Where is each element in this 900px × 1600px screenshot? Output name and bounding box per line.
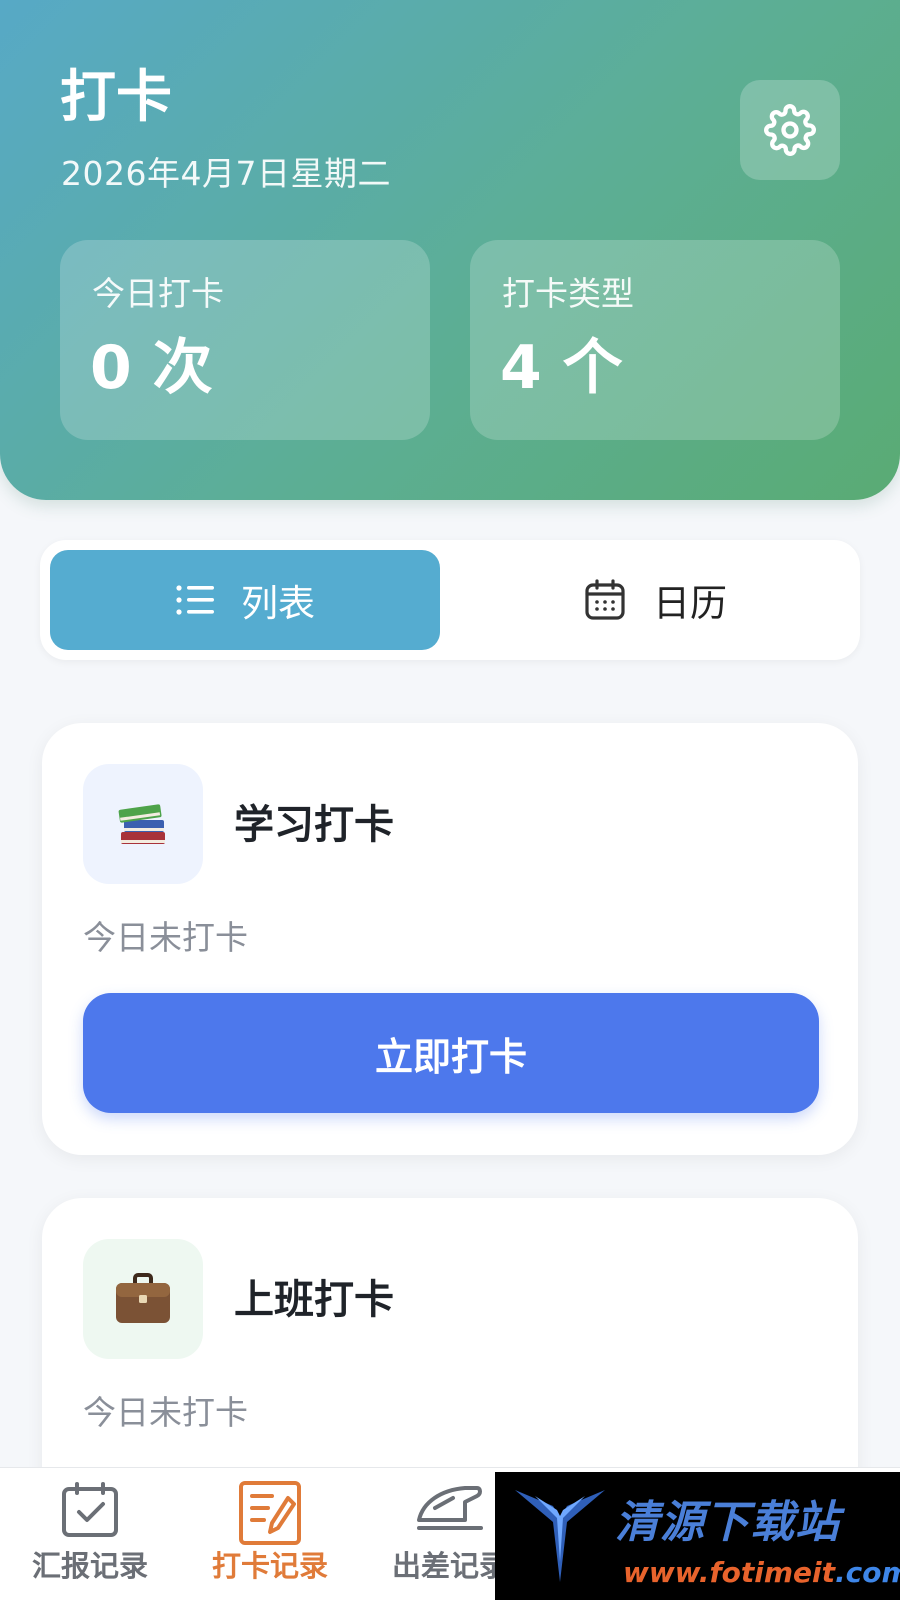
- list-view-button[interactable]: 列表: [50, 550, 440, 650]
- watermark-url: www.fotimeit.com: [623, 1556, 900, 1589]
- stat-label: 今日打卡: [92, 274, 224, 313]
- calendar-view-button[interactable]: 日历: [460, 550, 850, 650]
- card-title: 学习打卡: [234, 802, 394, 848]
- calendar-icon: [583, 578, 627, 622]
- calendar-view-label: 日历: [653, 582, 727, 625]
- settings-button[interactable]: [740, 80, 840, 180]
- watermark-url-prefix: www.: [623, 1556, 710, 1589]
- tab-report-records[interactable]: 汇报记录: [0, 1468, 180, 1600]
- watermark-overlay: 清源下载站 www.fotimeit.com: [495, 1472, 900, 1600]
- tab-label: 汇报记录: [31, 1549, 148, 1583]
- briefcase-icon: [83, 1239, 203, 1359]
- current-date: 2026年4月7日星期二: [61, 154, 391, 193]
- stat-value: 0 次: [90, 333, 213, 403]
- watermark-url-suffix: .com: [835, 1556, 900, 1589]
- stat-card-types: 打卡类型 4 个: [470, 240, 840, 440]
- tab-label: 打卡记录: [211, 1549, 328, 1583]
- watermark-logo-icon: [505, 1482, 615, 1594]
- tab-checkin-records[interactable]: 打卡记录: [180, 1468, 360, 1600]
- view-toggle: 列表 日历: [40, 540, 860, 660]
- books-icon: [83, 764, 203, 884]
- page-title: 打卡: [60, 65, 172, 130]
- watermark-url-brand: fotimeit: [709, 1556, 836, 1589]
- card-status: 今日未打卡: [83, 1393, 248, 1432]
- card-title: 上班打卡: [234, 1277, 394, 1323]
- list-view-label: 列表: [241, 582, 315, 625]
- header: 打卡 2026年4月7日星期二 今日打卡 0 次 打卡类型 4 个: [0, 0, 900, 500]
- list-icon: [175, 583, 215, 617]
- watermark-text: 清源下载站: [615, 1497, 840, 1548]
- stat-value: 4 个: [500, 333, 623, 403]
- stat-label: 打卡类型: [502, 274, 634, 313]
- checkin-card-study: 学习打卡 今日未打卡 立即打卡: [42, 723, 858, 1155]
- card-status: 今日未打卡: [83, 918, 248, 957]
- edit-list-icon: [238, 1480, 302, 1550]
- train-icon: [415, 1480, 485, 1540]
- gear-icon: [764, 104, 816, 156]
- checkin-now-button[interactable]: 立即打卡: [83, 993, 819, 1113]
- stat-card-today: 今日打卡 0 次: [60, 240, 430, 440]
- calendar-check-icon: [59, 1480, 121, 1544]
